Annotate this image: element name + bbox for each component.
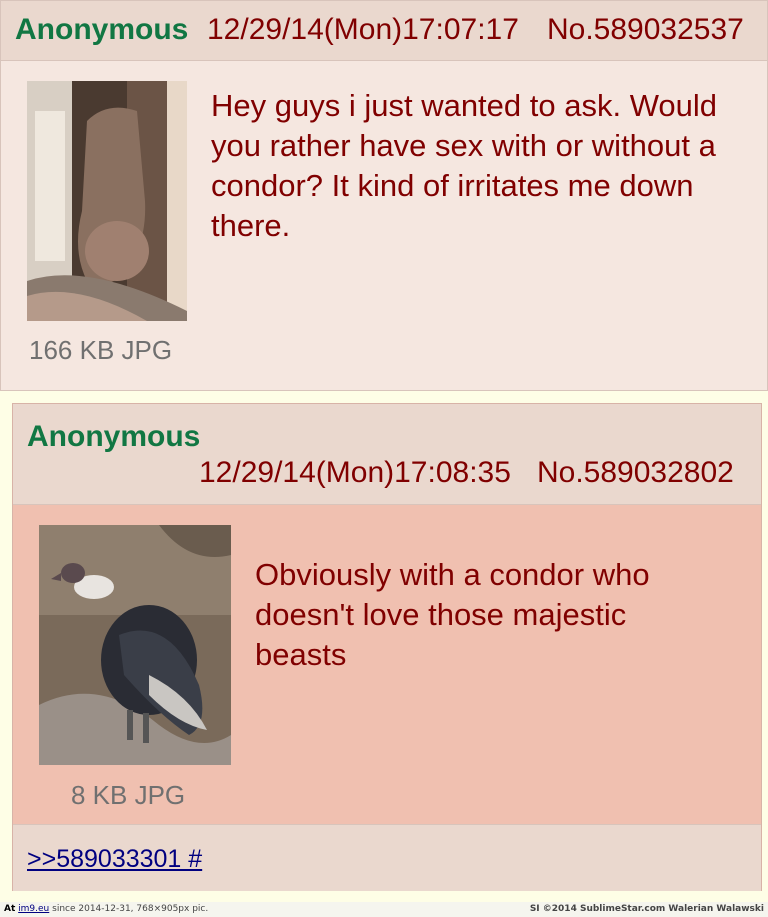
footer-prefix: At [4, 904, 16, 914]
post-datetime: 12/29/14(Mon)17:08:35 [199, 456, 511, 489]
post-datetime: 12/29/14(Mon)17:07:17 [207, 13, 519, 46]
op-post: Anonymous 12/29/14(Mon)17:07:17 No.58903… [0, 0, 768, 391]
footer-site-link[interactable]: im9.eu [18, 904, 49, 914]
reply-post: Anonymous 12/29/14(Mon)17:08:35 No.58903… [12, 403, 762, 891]
op-message: Hey guys i just wanted to ask. Would you… [211, 88, 718, 243]
op-thumbnail-image[interactable] [27, 81, 187, 321]
footer-left: At im9.eu since 2014-12-31, 768×905px pi… [4, 904, 208, 914]
photo-placeholder-icon [27, 81, 187, 321]
poster-name: Anonymous [15, 13, 189, 46]
condor-photo-icon [39, 525, 231, 765]
footer-right: SI ©2014 SublimeStar.com Walerian Walaws… [529, 904, 764, 914]
reply-footer: >>589033301 # [13, 824, 761, 891]
image-host-footer: At im9.eu since 2014-12-31, 768×905px pi… [0, 902, 768, 917]
backlink[interactable]: >>589033301 # [27, 845, 202, 874]
reply-message: Obviously with a condor who doesn't love… [255, 557, 650, 672]
op-post-header: Anonymous 12/29/14(Mon)17:07:17 No.58903… [1, 1, 767, 61]
footer-suffix: since 2014-12-31, 768×905px pic. [52, 904, 209, 914]
poster-name: Anonymous [27, 420, 201, 453]
reply-thumbnail-image[interactable] [39, 525, 231, 765]
op-file-info: 166 KB JPG [29, 335, 173, 365]
reply-post-header: Anonymous 12/29/14(Mon)17:08:35 No.58903… [13, 404, 761, 505]
reply-file-info: 8 KB JPG [71, 780, 186, 810]
post-number[interactable]: No.589032537 [547, 13, 744, 47]
post-number[interactable]: No.589032802 [537, 456, 734, 490]
